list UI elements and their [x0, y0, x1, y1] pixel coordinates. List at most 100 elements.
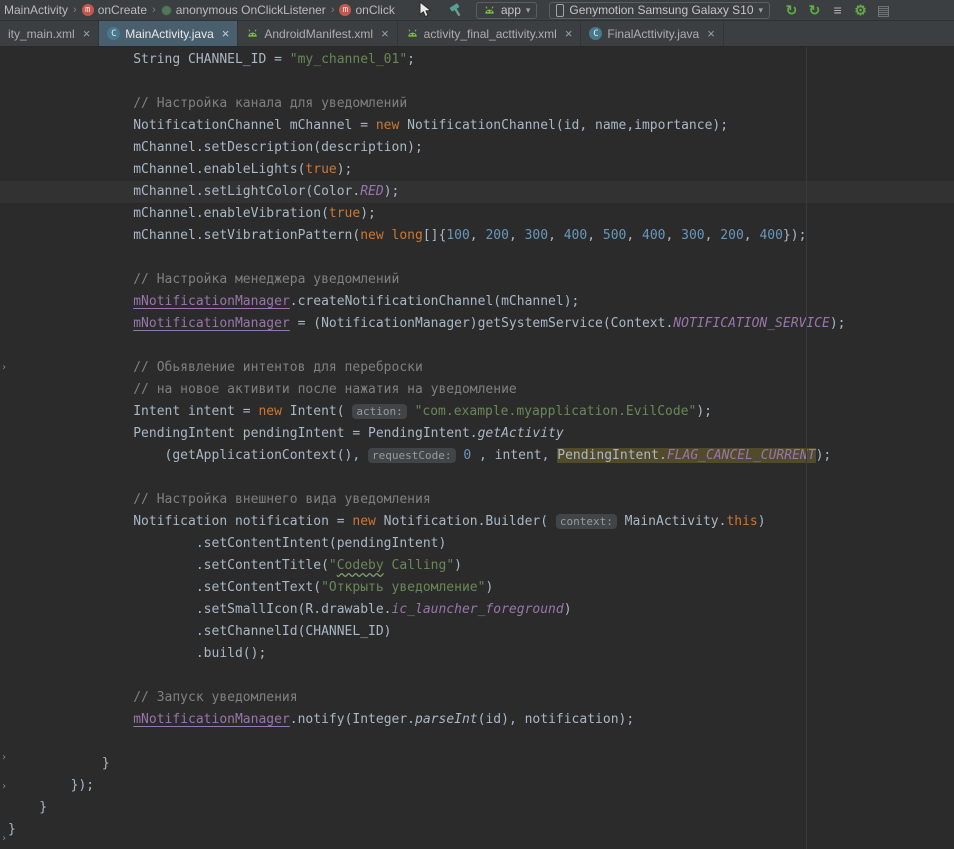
code-token: 0 [463, 448, 471, 463]
breadcrumb-separator: › [73, 4, 77, 16]
code-line[interactable]: } [0, 753, 954, 775]
profiler-icon[interactable]: ≡ [826, 2, 849, 18]
code-line[interactable]: NotificationChannel mChannel = new Notif… [0, 115, 954, 137]
tab-activity-final-acttivity-xml[interactable]: activity_final_acttivity.xml× [398, 21, 582, 46]
code-token: , [744, 228, 760, 243]
tab-ity-main-xml[interactable]: ity_main.xml× [0, 21, 99, 46]
device-label: Genymotion Samsung Galaxy S10 [569, 3, 753, 17]
close-icon[interactable]: × [222, 27, 230, 40]
code-line[interactable]: } [0, 797, 954, 819]
code-token: Notification notification = [8, 514, 352, 529]
breadcrumb-item[interactable]: monClick [339, 3, 394, 17]
tab-finalacttivity-java[interactable]: CFinalActtivity.java× [581, 21, 723, 46]
code-line[interactable]: (getApplicationContext(), requestCode: 0… [0, 445, 954, 467]
code-line[interactable] [0, 467, 954, 489]
code-token: 300 [681, 228, 704, 243]
java-class-icon: C [107, 27, 120, 40]
code-token: = (NotificationManager)getSystemService(… [290, 316, 674, 331]
code-line[interactable]: .setContentIntent(pendingIntent) [0, 533, 954, 555]
code-token: RED [360, 184, 383, 199]
code-line[interactable]: // Обьявление интентов для переброски [0, 357, 954, 379]
code-line[interactable]: mNotificationManager = (NotificationMana… [0, 313, 954, 335]
code-line[interactable]: PendingIntent pendingIntent = PendingInt… [0, 423, 954, 445]
code-line[interactable] [0, 665, 954, 687]
code-token: Codeby [337, 558, 384, 573]
close-icon[interactable]: × [381, 27, 389, 40]
code-token: "com.example.myapplication.EvilCode" [415, 404, 697, 419]
code-line[interactable]: } [0, 819, 954, 841]
code-token: NotificationChannel(id, name,importance)… [399, 118, 728, 133]
code-line[interactable]: mChannel.setDescription(description); [0, 137, 954, 159]
build-hammer-icon[interactable] [449, 3, 464, 17]
anonymous-class-icon [161, 5, 172, 16]
code-line[interactable]: .setContentTitle("Codeby Calling") [0, 555, 954, 577]
code-line[interactable]: Notification notification = new Notifica… [0, 511, 954, 533]
code-token: ic_launcher_foreground [392, 602, 564, 617]
close-icon[interactable]: × [707, 27, 715, 40]
breadcrumb-item[interactable]: monCreate [82, 3, 147, 17]
tab-label: FinalActtivity.java [607, 27, 699, 41]
code-line[interactable]: mChannel.enableLights(true); [0, 159, 954, 181]
code-line[interactable]: // на новое активити после нажатия на ув… [0, 379, 954, 401]
code-line[interactable]: String CHANNEL_ID = "my_channel_01"; [0, 49, 954, 71]
sync-icon[interactable]: ⚙ [849, 2, 872, 19]
code-token: ) [758, 514, 766, 529]
code-line[interactable]: Intent intent = new Intent( action: "com… [0, 401, 954, 423]
code-editor[interactable]: String CHANNEL_ID = "my_channel_01"; // … [0, 47, 954, 849]
breadcrumb-item[interactable]: MainActivity [4, 3, 68, 17]
apply-changes-icon[interactable]: ↻ [780, 2, 803, 19]
close-icon[interactable]: × [565, 27, 573, 40]
fold-marker-icon[interactable]: › [1, 363, 10, 373]
code-line[interactable]: mChannel.setVibrationPattern(new long[]{… [0, 225, 954, 247]
code-token: 200 [485, 228, 508, 243]
apply-code-changes-icon[interactable]: ↻ [803, 2, 826, 19]
code-line[interactable] [0, 731, 954, 753]
code-line[interactable]: .setSmallIcon(R.drawable.ic_launcher_for… [0, 599, 954, 621]
code-line[interactable]: .setContentText("Открыть уведомление") [0, 577, 954, 599]
code-line[interactable]: mChannel.enableVibration(true); [0, 203, 954, 225]
code-token: , [548, 228, 564, 243]
code-token: mNotificationManager [133, 294, 290, 309]
code-line[interactable]: .setChannelId(CHANNEL_ID) [0, 621, 954, 643]
code-token: Notification.Builder( [376, 514, 556, 529]
code-token: , [666, 228, 682, 243]
code-token: long [392, 228, 423, 243]
run-config-select[interactable]: app ▾ [476, 2, 538, 19]
code-token: , [509, 228, 525, 243]
code-token: 500 [603, 228, 626, 243]
code-token: 400 [759, 228, 782, 243]
device-select[interactable]: Genymotion Samsung Galaxy S10 ▾ [549, 2, 770, 19]
code-line[interactable]: mNotificationManager.createNotificationC… [0, 291, 954, 313]
code-line[interactable]: // Запуск уведомления [0, 687, 954, 709]
breadcrumb-item[interactable]: anonymous OnClickListener [161, 3, 326, 17]
code-line[interactable] [0, 247, 954, 269]
code-line[interactable] [0, 335, 954, 357]
misc-icon[interactable]: ▤ [872, 2, 895, 19]
close-icon[interactable]: × [83, 27, 91, 40]
code-line[interactable]: // Настройка менеджера уведомлений [0, 269, 954, 291]
tab-androidmanifest-xml[interactable]: AndroidManifest.xml × [238, 21, 397, 46]
code-line[interactable]: .build(); [0, 643, 954, 665]
code-line[interactable] [0, 71, 954, 93]
method-icon: m [339, 4, 351, 16]
breadcrumb-label: onCreate [98, 3, 147, 17]
fold-marker-icon[interactable]: › [1, 753, 10, 763]
code-token: .notify(Integer. [290, 712, 415, 727]
fold-marker-icon[interactable]: › [1, 834, 10, 844]
editor-tab-bar: ity_main.xml×CMainActivity.java×AndroidM… [0, 21, 954, 47]
code-token: 400 [642, 228, 665, 243]
code-line[interactable]: // Настройка канала для уведомлений [0, 93, 954, 115]
code-line[interactable]: mNotificationManager.notify(Integer.pars… [0, 709, 954, 731]
code-token: .setChannelId(CHANNEL_ID) [8, 624, 392, 639]
fold-marker-icon[interactable]: › [1, 782, 10, 792]
code-token: 300 [525, 228, 548, 243]
tab-mainactivity-java[interactable]: CMainActivity.java× [99, 21, 238, 46]
run-config-label: app [501, 3, 521, 17]
code-token: new [352, 514, 375, 529]
code-token: .setContentIntent(pendingIntent) [8, 536, 446, 551]
code-line[interactable]: mChannel.setLightColor(Color.RED); [0, 181, 954, 203]
code-line[interactable]: // Настройка внешнего вида уведомления [0, 489, 954, 511]
code-token: mNotificationManager [133, 316, 290, 331]
tab-label: AndroidManifest.xml [264, 27, 373, 41]
code-line[interactable]: }); [0, 775, 954, 797]
